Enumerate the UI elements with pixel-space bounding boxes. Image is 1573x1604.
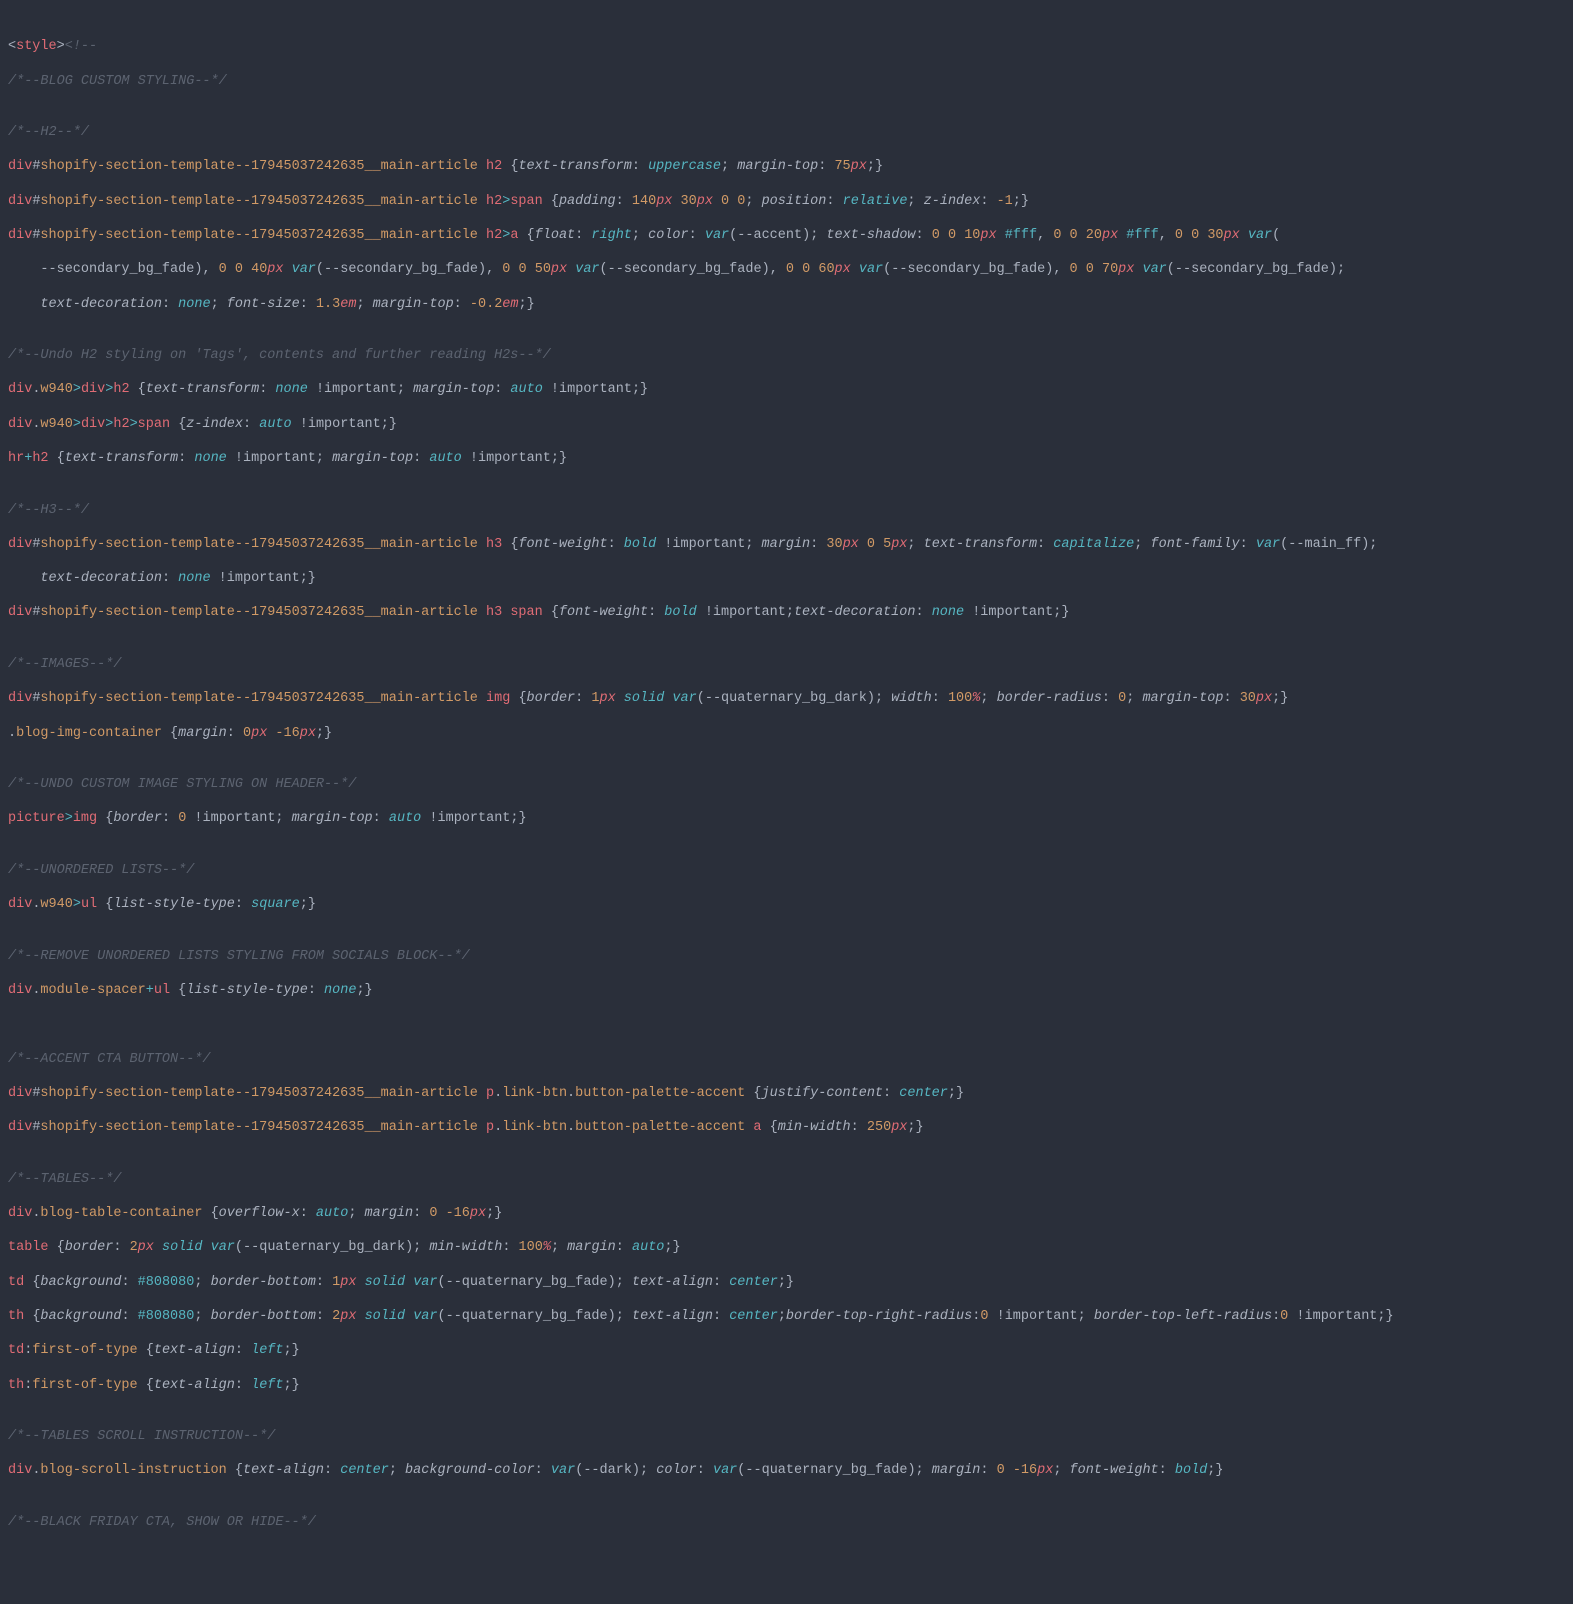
angle-open: < [8,39,16,54]
html-comment-start: <!-- [65,39,97,54]
comment-tables-scroll: /*--TABLES SCROLL INSTRUCTION--*/ [8,1429,275,1444]
comment-h2: /*--H2--*/ [8,125,89,140]
comment-h3: /*--H3--*/ [8,503,89,518]
comment-images: /*--IMAGES--*/ [8,657,121,672]
comment-undo-h2: /*--Undo H2 styling on 'Tags', contents … [8,348,551,363]
code-editor-viewport[interactable]: { "code": { "l1_open":"<", "l1_style":"s… [0,0,1573,1604]
comment-undo-img: /*--UNDO CUSTOM IMAGE STYLING ON HEADER-… [8,777,356,792]
style-tag: style [16,39,57,54]
comment-ul: /*--UNORDERED LISTS--*/ [8,863,194,878]
comment-black-friday: /*--BLACK FRIDAY CTA, SHOW OR HIDE--*/ [8,1515,316,1530]
comment-blog-styling: /*--BLOG CUSTOM STYLING--*/ [8,74,227,89]
comment-cta: /*--ACCENT CTA BUTTON--*/ [8,1052,211,1067]
comment-remove-ul: /*--REMOVE UNORDERED LISTS STYLING FROM … [8,949,470,964]
comment-tables: /*--TABLES--*/ [8,1172,121,1187]
code-content: <style><!-- /*--BLOG CUSTOM STYLING--*/ … [8,38,1565,1548]
angle-close: > [57,39,65,54]
